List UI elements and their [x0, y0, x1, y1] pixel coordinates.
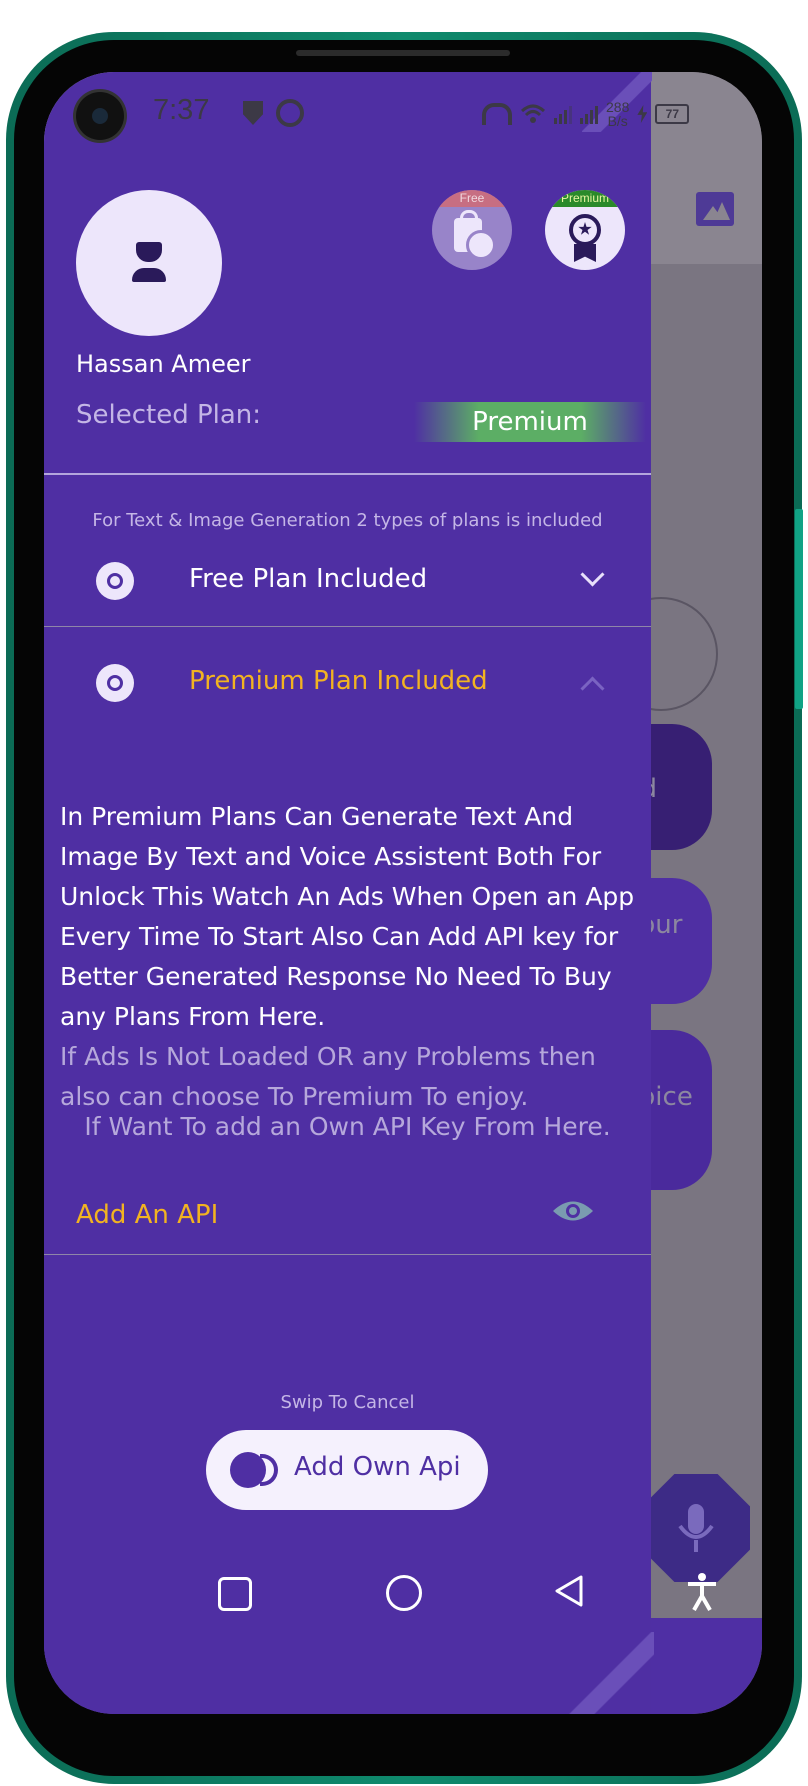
premium-medal-icon: [96, 664, 134, 702]
signal-icon: [554, 104, 572, 124]
shield-icon: [243, 101, 263, 125]
premium-badge-label: Premium: [545, 190, 625, 207]
chevron-down-icon[interactable]: [580, 562, 605, 587]
network-speed-unit: B/s: [607, 113, 628, 129]
api-key-note: If Want To add an Own API Key From Here.: [84, 1112, 611, 1141]
clock-icon: [230, 1452, 278, 1488]
status-time: 7:37: [153, 94, 210, 126]
status-icons: 288 B/s 77: [482, 94, 690, 134]
clock-icon: [107, 573, 123, 589]
selected-plan-label: Selected Plan:: [76, 400, 262, 430]
add-own-api-label: Add Own Api: [294, 1452, 461, 1482]
api-divider: [44, 1254, 651, 1255]
premium-plan-row[interactable]: Premium Plan Included: [44, 638, 651, 728]
wifi-icon: [520, 103, 546, 125]
premium-plan-label: Premium Plan Included: [189, 666, 488, 696]
avatar[interactable]: [76, 190, 222, 336]
network-speed-value: 288: [606, 99, 630, 115]
earpiece-speaker: [296, 50, 510, 56]
eye-icon[interactable]: [552, 1198, 594, 1224]
back-triangle-icon[interactable]: [554, 1574, 584, 1608]
drawer-corner-decoration: [564, 1632, 654, 1714]
front-camera: [76, 92, 124, 140]
ribbon-icon: [574, 244, 596, 262]
plans-info-text: For Text & Image Generation 2 types of p…: [92, 510, 603, 531]
headphones-icon: [482, 103, 512, 125]
header-divider: [44, 473, 651, 475]
accessibility-icon[interactable]: [684, 1572, 720, 1612]
selected-plan-value: Premium: [414, 402, 646, 442]
side-button: [795, 509, 803, 709]
swipe-hint: Swip To Cancel: [280, 1392, 415, 1413]
image-icon: [696, 192, 734, 226]
battery-icon: 77: [655, 104, 690, 124]
free-plan-label: Free Plan Included: [189, 564, 428, 594]
plan-divider: [44, 626, 651, 627]
medal-mini-icon: [107, 675, 123, 691]
premium-description: In Premium Plans Can Generate Text And I…: [60, 802, 635, 1031]
free-plan-badge[interactable]: Free: [432, 190, 512, 270]
navigation-drawer: 7:37 288 B/s 77 Free Premium Hassan Amee…: [44, 72, 690, 1714]
home-circle-icon[interactable]: [386, 1575, 422, 1611]
premium-plan-badge[interactable]: Premium: [545, 190, 625, 270]
free-plan-icon: [96, 562, 134, 600]
chevron-up-icon[interactable]: [580, 676, 605, 701]
network-speed: 288 B/s: [606, 100, 629, 128]
user-icon-body: [132, 268, 166, 282]
clock-icon: [466, 230, 496, 260]
charging-icon: [637, 105, 648, 123]
square-nav-icon[interactable]: [218, 1577, 252, 1611]
mic-icon: [642, 1474, 750, 1582]
add-own-api-button[interactable]: Add Own Api: [206, 1430, 488, 1510]
sync-icon: [276, 99, 304, 127]
free-plan-row[interactable]: Free Plan Included: [44, 536, 651, 626]
ads-note: If Ads Is Not Loaded OR any Problems the…: [60, 1042, 596, 1111]
free-badge-label: Free: [432, 190, 512, 207]
screen: nd your -E voice 7:37 288 B/s 77: [44, 72, 762, 1714]
user-icon: [136, 242, 162, 262]
user-name: Hassan Ameer: [76, 350, 251, 378]
add-api-field[interactable]: Add An API: [76, 1200, 218, 1230]
signal-icon: [580, 104, 598, 124]
